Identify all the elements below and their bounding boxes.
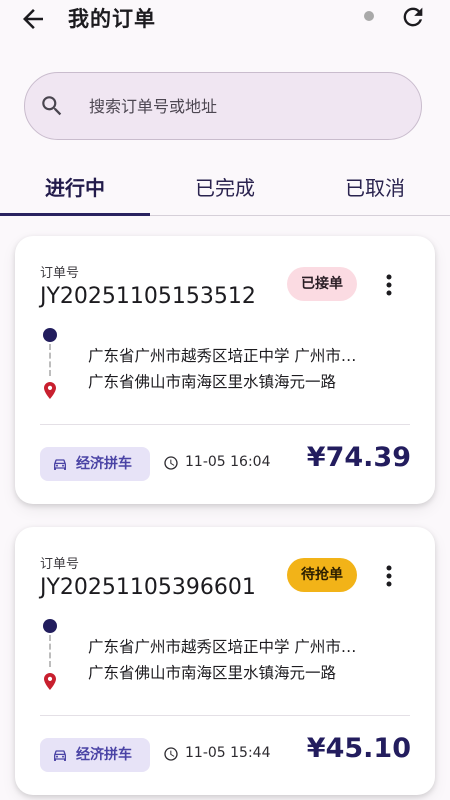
pickup-address: 广东省广州市越秀区培正中学 广州市…: [88, 638, 357, 656]
order-number: JY20251105153512: [40, 284, 256, 309]
status-badge: 待抢单: [287, 558, 357, 592]
tab-cancelled[interactable]: 已取消: [300, 172, 450, 201]
more-vert-icon[interactable]: [379, 563, 399, 589]
start-dot-icon: [43, 619, 57, 633]
car-icon: [54, 459, 66, 470]
order-time-label: 11-05 16:04: [185, 454, 271, 470]
order-price: ¥45.10: [306, 733, 411, 764]
ride-type-label: 经济拼车: [76, 747, 132, 763]
refresh-icon[interactable]: [399, 3, 427, 31]
tab-indicator: [0, 213, 150, 216]
clock-icon: [164, 747, 178, 761]
route-line: [49, 344, 51, 376]
tab-completed[interactable]: 已完成: [150, 172, 300, 201]
order-card[interactable]: 订单号 JY20251105153512 已接单 广东省广州市越秀区培正中学 广…: [15, 236, 435, 504]
route-info: 广东省广州市越秀区培正中学 广州市… 广东省佛山市南海区里水镇海元一路: [43, 328, 423, 410]
ride-type-label: 经济拼车: [76, 456, 132, 472]
page-title: 我的订单: [68, 7, 156, 31]
divider: [40, 715, 410, 716]
order-number-label: 订单号: [40, 266, 80, 281]
tab-in-progress[interactable]: 进行中: [0, 172, 150, 201]
more-vert-icon[interactable]: [379, 272, 399, 298]
order-tabs: 进行中 已完成 已取消: [0, 160, 450, 216]
order-price: ¥74.39: [306, 442, 411, 473]
ride-type-chip: 经济拼车: [40, 738, 150, 772]
pickup-address: 广东省广州市越秀区培正中学 广州市…: [88, 347, 357, 365]
dropoff-address: 广东省佛山市南海区里水镇海元一路: [88, 664, 337, 682]
search-bar[interactable]: [24, 72, 422, 140]
search-input[interactable]: [89, 92, 389, 120]
location-pin-icon: [44, 673, 56, 690]
clock-icon: [164, 456, 178, 470]
app-header: 我的订单: [0, 0, 450, 40]
order-time-label: 11-05 15:44: [185, 745, 271, 761]
location-pin-icon: [44, 382, 56, 399]
status-badge: 已接单: [287, 267, 357, 301]
route-line: [49, 635, 51, 667]
status-dot: [364, 11, 374, 21]
dropoff-address: 广东省佛山市南海区里水镇海元一路: [88, 373, 337, 391]
order-card[interactable]: 订单号 JY20251105396601 待抢单 广东省广州市越秀区培正中学 广…: [15, 527, 435, 795]
divider: [40, 424, 410, 425]
route-info: 广东省广州市越秀区培正中学 广州市… 广东省佛山市南海区里水镇海元一路: [43, 619, 423, 701]
start-dot-icon: [43, 328, 57, 342]
car-icon: [54, 750, 66, 761]
ride-type-chip: 经济拼车: [40, 447, 150, 481]
order-number-label: 订单号: [40, 557, 80, 572]
order-number: JY20251105396601: [40, 575, 256, 600]
search-icon: [42, 96, 62, 116]
arrow-left-icon[interactable]: [18, 4, 48, 34]
